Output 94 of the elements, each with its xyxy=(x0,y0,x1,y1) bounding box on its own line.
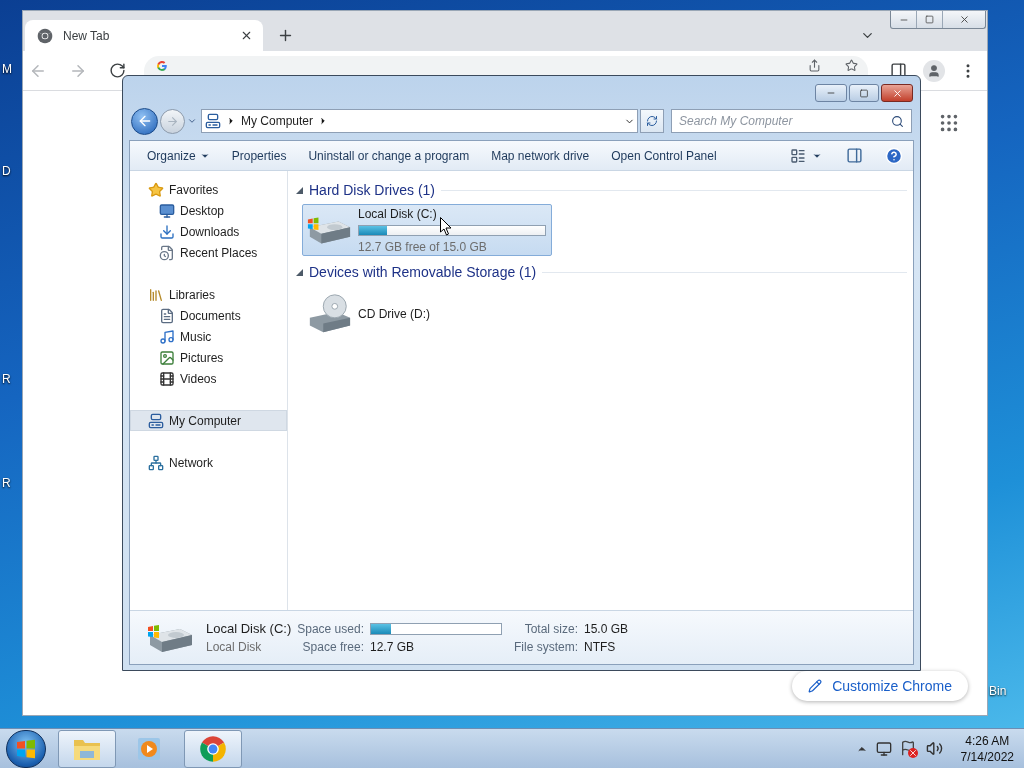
refresh-button[interactable] xyxy=(640,109,664,133)
maximize-button[interactable] xyxy=(849,84,879,102)
windows-logo-icon xyxy=(16,738,36,759)
nav-item[interactable]: Pictures xyxy=(130,347,287,368)
monitor-icon xyxy=(159,202,175,219)
network-icon[interactable] xyxy=(875,740,892,757)
help-icon xyxy=(885,146,903,165)
view-list-icon xyxy=(790,147,806,164)
property-label: File system: xyxy=(513,638,578,656)
group-header: Devices with Removable Storage (1) xyxy=(309,262,537,282)
drive-name: Local Disk (C:) xyxy=(358,205,438,223)
nav-item[interactable]: Downloads xyxy=(130,221,287,242)
close-icon xyxy=(958,14,970,25)
close-icon xyxy=(891,87,903,99)
nav-item[interactable]: Documents xyxy=(130,305,287,326)
breadcrumb-arrow-icon xyxy=(226,116,236,126)
minimize-button[interactable] xyxy=(815,84,847,102)
back-button[interactable] xyxy=(131,107,158,135)
taskbar-button[interactable] xyxy=(58,729,116,768)
drive-type: Local Disk xyxy=(206,638,263,656)
nav-item[interactable]: Videos xyxy=(130,368,287,389)
command-button[interactable]: Map network drive xyxy=(484,143,597,168)
library-icon xyxy=(148,286,164,303)
preview-pane-icon xyxy=(846,147,863,164)
free-space-text: 12.7 GB free of 15.0 GB xyxy=(358,238,488,256)
breadcrumb-item[interactable]: My Computer xyxy=(241,112,314,130)
media-player-icon xyxy=(137,735,163,762)
refresh-icon xyxy=(646,115,658,127)
speaker-icon[interactable] xyxy=(925,740,943,757)
command-button[interactable]: Organize xyxy=(140,143,217,168)
nav-item[interactable]: Favorites xyxy=(130,179,287,200)
customize-chrome-button[interactable]: Customize Chrome xyxy=(792,671,968,701)
network-icon xyxy=(148,454,164,471)
document-icon xyxy=(159,307,175,324)
music-note-icon xyxy=(159,328,175,345)
reload-icon[interactable] xyxy=(109,62,126,79)
desktop-icon-label: Bin xyxy=(989,683,1007,700)
start-button[interactable] xyxy=(6,729,46,768)
property-value: NTFS xyxy=(584,638,617,656)
maximize-icon xyxy=(859,88,869,98)
drive-name: Local Disk (C:) xyxy=(206,619,292,638)
desktop-icon-label: D xyxy=(2,163,11,180)
chrome-logo-icon xyxy=(199,734,227,763)
group-header: Hard Disk Drives (1) xyxy=(309,180,435,200)
property-value: 15.0 GB xyxy=(584,620,628,638)
pencil-icon xyxy=(808,679,823,693)
drive-tile[interactable]: Local Disk (C:) 12.7 GB free of 15.0 GB xyxy=(302,204,552,256)
command-button[interactable]: Uninstall or change a program xyxy=(301,143,477,168)
property-label: Space free: xyxy=(301,638,364,656)
drive-name: CD Drive (D:) xyxy=(358,306,431,323)
new-tab-icon[interactable] xyxy=(277,27,294,44)
nav-item[interactable]: Music xyxy=(130,326,287,347)
command-button[interactable]: Open Control Panel xyxy=(604,143,724,168)
history-dropdown-icon[interactable] xyxy=(187,116,197,126)
download-icon xyxy=(159,223,175,240)
nav-item[interactable]: Network xyxy=(130,452,287,473)
film-icon xyxy=(159,370,175,387)
close-button[interactable] xyxy=(881,84,913,102)
command-button[interactable]: Properties xyxy=(224,143,294,168)
bookmark-star-icon[interactable] xyxy=(845,59,858,72)
close-icon[interactable] xyxy=(240,29,253,42)
chrome-logo-icon xyxy=(37,27,53,44)
desktop-icon-label: R xyxy=(2,475,11,492)
nav-item[interactable]: Recent Places xyxy=(130,242,287,263)
property-label: Total size: xyxy=(523,620,578,638)
restore-icon xyxy=(925,15,934,24)
drive-tile[interactable]: CD Drive (D:) xyxy=(302,286,552,342)
computer-icon xyxy=(205,113,221,129)
image-icon xyxy=(159,349,175,366)
nav-item[interactable]: My Computer xyxy=(130,410,287,431)
property-label: Space used: xyxy=(297,620,364,638)
star-icon xyxy=(148,181,164,198)
property-value: 12.7 GB xyxy=(369,638,415,656)
mouse-cursor-icon xyxy=(440,217,452,236)
apps-grid-icon[interactable] xyxy=(938,112,960,134)
collapse-triangle-icon[interactable] xyxy=(296,268,303,276)
google-g-icon xyxy=(156,59,168,72)
search-icon xyxy=(891,114,904,128)
forward-arrow-icon xyxy=(166,114,179,128)
nav-item[interactable]: Desktop xyxy=(130,200,287,221)
share-icon[interactable] xyxy=(808,59,821,72)
desktop-icon-label: R xyxy=(2,371,11,388)
person-icon xyxy=(927,63,941,78)
nav-item[interactable]: Libraries xyxy=(130,284,287,305)
profile-avatar[interactable] xyxy=(923,59,945,82)
taskbar-button[interactable] xyxy=(184,729,242,768)
browser-tab[interactable]: New Tab xyxy=(25,20,263,51)
address-field[interactable]: My Computer xyxy=(201,109,638,133)
clock-document-icon xyxy=(159,244,175,261)
desktop-icon-label: M xyxy=(2,61,12,78)
action-center-icon[interactable] xyxy=(899,739,918,758)
clock[interactable]: 4:26 AM 7/14/2022 xyxy=(960,732,1014,765)
computer-icon xyxy=(148,412,164,429)
collapse-triangle-icon[interactable] xyxy=(296,186,303,194)
